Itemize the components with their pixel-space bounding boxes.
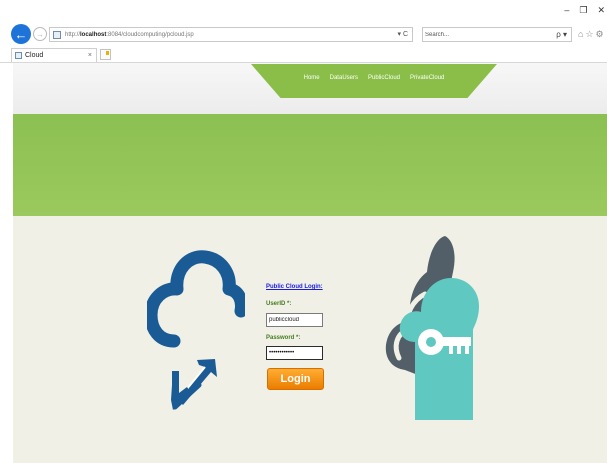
- favorites-star-icon[interactable]: ☆: [585, 28, 593, 40]
- hero-banner: [13, 114, 607, 216]
- address-bar[interactable]: http://localhost:8084/cloudcomputing/pcl…: [49, 27, 413, 42]
- userid-label: UserID *:: [266, 301, 292, 307]
- content-area: [13, 216, 607, 463]
- forward-button[interactable]: →: [33, 27, 47, 41]
- tab-title: Cloud: [25, 52, 44, 59]
- nav-datausers[interactable]: DataUsers: [330, 74, 358, 83]
- login-title[interactable]: Public Cloud Login:: [266, 284, 323, 290]
- tab-cloud[interactable]: Cloud ×: [11, 48, 97, 62]
- tab-favicon-icon: [15, 52, 22, 59]
- main-nav: Home DataUsers PublicCloud PrivateCloud: [251, 64, 497, 98]
- search-input[interactable]: [425, 29, 545, 40]
- restore-button[interactable]: ❐: [579, 4, 587, 16]
- tab-strip: Cloud ×: [0, 47, 607, 63]
- url-path: :8084/cloudcomputing/pcloud.jsp: [106, 32, 194, 38]
- nav-publiccloud[interactable]: PublicCloud: [368, 74, 400, 83]
- password-input[interactable]: [266, 346, 323, 360]
- settings-gear-icon[interactable]: ⚙: [596, 28, 604, 40]
- home-icon[interactable]: ⌂: [578, 28, 583, 40]
- search-box[interactable]: ρ ▾: [422, 27, 572, 42]
- tab-close-icon[interactable]: ×: [88, 50, 92, 62]
- minimize-button[interactable]: –: [564, 4, 569, 16]
- page-favicon-icon: [53, 31, 61, 39]
- back-button[interactable]: ←: [11, 24, 31, 44]
- nav-home[interactable]: Home: [304, 74, 320, 83]
- close-button[interactable]: ✕: [597, 4, 605, 16]
- cloud-key-icon: [385, 236, 479, 420]
- window-controls: – ❐ ✕: [564, 4, 605, 16]
- address-url[interactable]: http://localhost:8084/cloudcomputing/pcl…: [65, 29, 194, 41]
- forward-arrow-icon: →: [36, 29, 44, 39]
- browser-address-row: ← → http://localhost:8084/cloudcomputing…: [0, 23, 607, 45]
- url-prefix: http://: [65, 32, 81, 38]
- search-icon[interactable]: ρ ▾: [556, 29, 567, 41]
- password-label: Password *:: [266, 335, 301, 341]
- refresh-icon[interactable]: ▾ C: [397, 29, 408, 41]
- cloud-upload-download-icon: [147, 250, 245, 410]
- url-host: localhost: [80, 32, 107, 38]
- back-arrow-icon: ←: [14, 26, 28, 42]
- nav-privatecloud[interactable]: PrivateCloud: [410, 74, 444, 83]
- browser-toolbar: ⌂ ☆ ⚙: [578, 28, 604, 40]
- userid-input[interactable]: [266, 313, 323, 327]
- login-button[interactable]: Login: [267, 368, 324, 390]
- new-tab-button[interactable]: [100, 49, 111, 60]
